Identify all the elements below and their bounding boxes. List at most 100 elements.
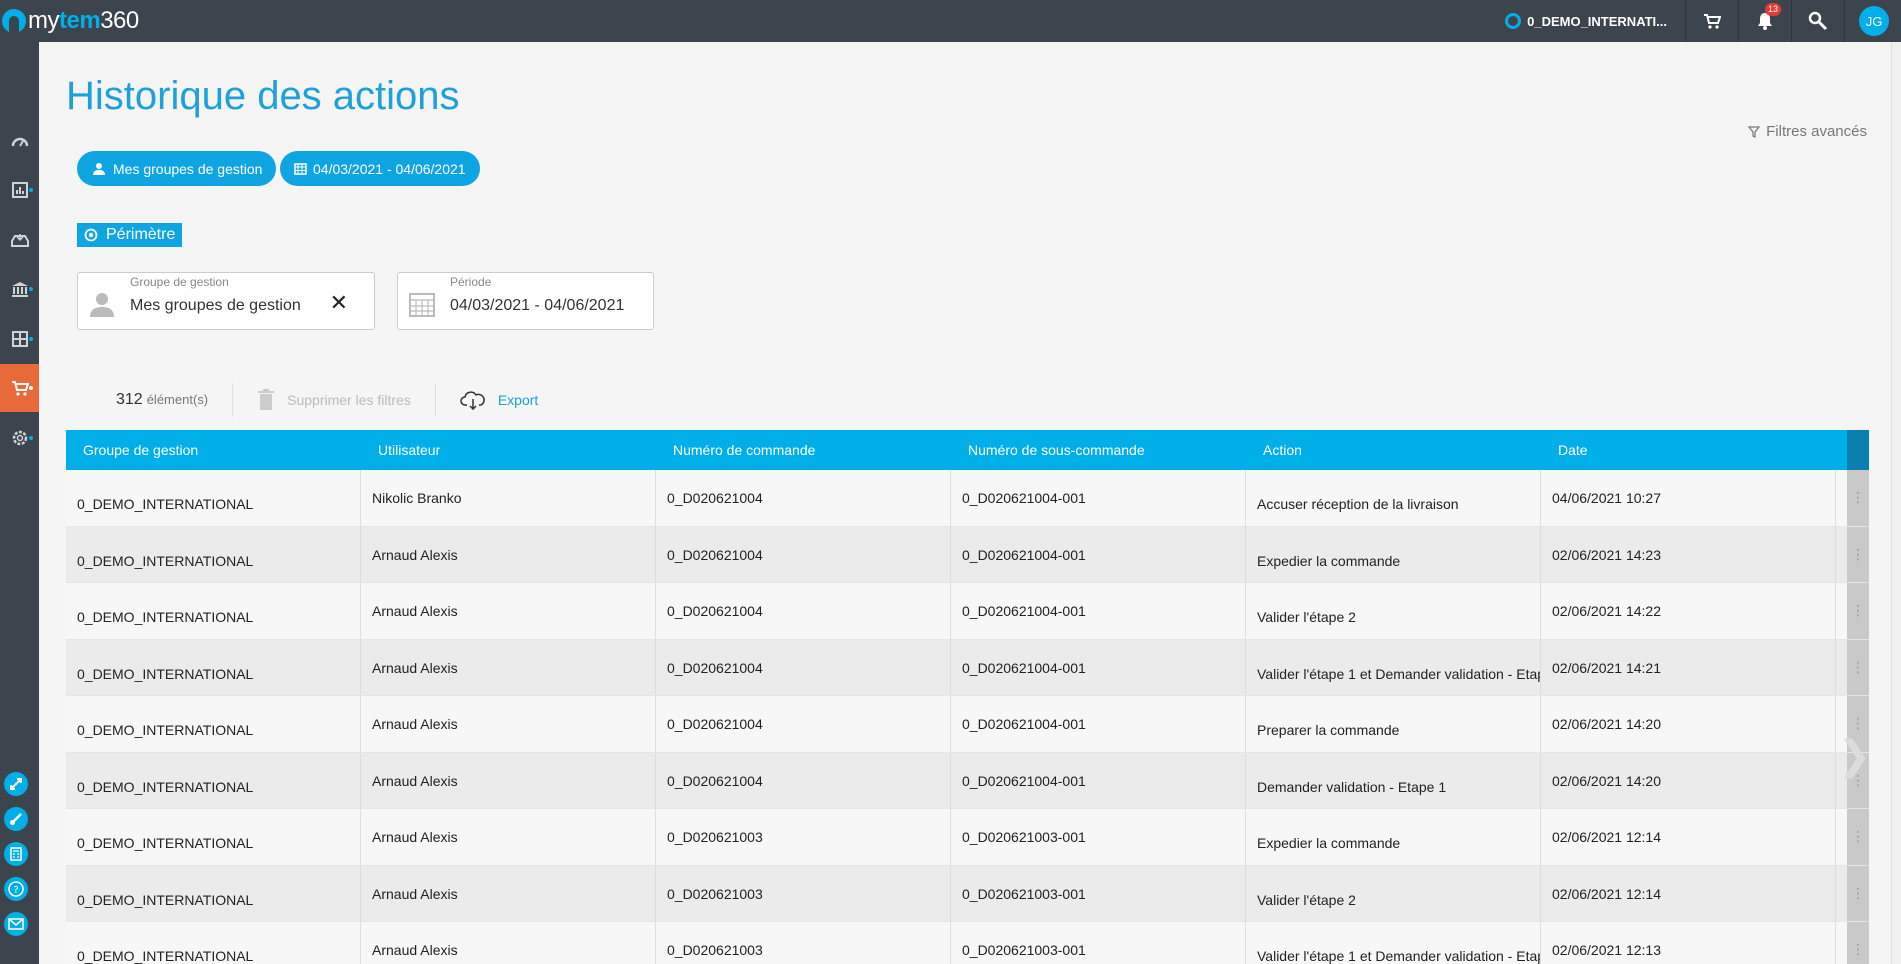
- table-row[interactable]: 0_DEMO_INTERNATIONAL Arnaud Alexis 0_D0206…: [66, 809, 1869, 866]
- organization-selector[interactable]: 0_DEMO_INTERNATI...: [1497, 0, 1686, 42]
- calculator-icon: [10, 847, 22, 861]
- actions-table: Groupe de gestion Utilisateur Numéro de …: [66, 430, 1869, 964]
- table-cell: 0_DEMO_INTERNATIONAL: [66, 865, 361, 921]
- table-cell: Accuser réception de la livraison: [1246, 470, 1541, 526]
- bank-icon: [11, 282, 28, 297]
- target-icon: [84, 228, 98, 242]
- table-cell: 02/06/2021 14:23: [1541, 526, 1836, 582]
- app-logo[interactable]: mytem360: [0, 6, 139, 36]
- table-body: 0_DEMO_INTERNATIONAL Nikolic Branko 0_D020…: [66, 470, 1869, 964]
- table-cell: Arnaud Alexis: [361, 583, 656, 639]
- column-settings[interactable]: [1847, 430, 1869, 470]
- column-header[interactable]: Action: [1246, 430, 1541, 470]
- column-header[interactable]: Groupe de gestion: [66, 430, 361, 470]
- mail-button[interactable]: [4, 912, 28, 936]
- inbox-icon: [10, 234, 29, 247]
- perimetre-badge[interactable]: Périmètre: [77, 223, 183, 247]
- table-cell: Expedier la commande: [1246, 526, 1541, 582]
- column-header[interactable]: Date: [1541, 430, 1836, 470]
- notifications-button[interactable]: 13: [1739, 0, 1792, 42]
- group-filter-field[interactable]: Groupe de gestion Mes groupes de gestion…: [77, 272, 375, 330]
- table-row[interactable]: 0_DEMO_INTERNATIONAL Arnaud Alexis 0_D0206…: [66, 865, 1869, 922]
- table-cell: Arnaud Alexis: [361, 639, 656, 695]
- sidebar-item-bank[interactable]: [0, 265, 39, 313]
- table-header: Groupe de gestion Utilisateur Numéro de …: [66, 430, 1869, 470]
- export-button[interactable]: Export: [436, 390, 562, 410]
- settings-icon: [12, 430, 27, 446]
- table-cell: 0_D020621004-001: [951, 696, 1246, 752]
- table-row[interactable]: 0_DEMO_INTERNATIONAL Nikolic Branko 0_D020…: [66, 470, 1869, 527]
- clear-filters-button[interactable]: Supprimer les filtres: [233, 389, 435, 411]
- cart-button[interactable]: [1686, 0, 1739, 42]
- table-cell: 02/06/2021 14:22: [1541, 583, 1836, 639]
- sidebar-item-cart[interactable]: [0, 364, 39, 412]
- table-cell: 0_D020621004-001: [951, 470, 1246, 526]
- row-menu-icon[interactable]: ⋮: [1847, 639, 1869, 695]
- sidebar-item-dashboard[interactable]: [0, 117, 39, 165]
- user-avatar[interactable]: JG: [1859, 6, 1889, 36]
- results-toolbar: 312 élément(s) Supprimer les filtres Expo…: [66, 378, 562, 422]
- page-title: Historique des actions: [66, 74, 460, 118]
- group-field-value: Mes groupes de gestion: [130, 297, 301, 314]
- column-header[interactable]: Numéro de sous-commande: [951, 430, 1246, 470]
- chevron-right-icon[interactable]: ❯: [1837, 733, 1871, 779]
- table-cell: 0_D020621004-001: [951, 526, 1246, 582]
- table-row[interactable]: 0_DEMO_INTERNATIONAL Arnaud Alexis 0_D0206…: [66, 922, 1869, 964]
- logo-mark-icon: [2, 9, 26, 33]
- filter-icon: [1748, 125, 1761, 138]
- table-cell: 0_D020621003: [656, 922, 951, 964]
- help-button[interactable]: ?: [4, 877, 28, 901]
- expand-button[interactable]: [4, 772, 28, 796]
- sidebar-item-inbox[interactable]: [0, 216, 39, 264]
- user-icon: [90, 293, 114, 317]
- table-cell: 02/06/2021 14:20: [1541, 752, 1836, 808]
- row-menu-icon[interactable]: ⋮: [1847, 526, 1869, 582]
- sidebar-item-inventory[interactable]: [0, 315, 39, 363]
- theme-button[interactable]: [4, 807, 28, 831]
- table-cell: Valider l'étape 1 et Demander validation…: [1246, 922, 1541, 964]
- table-cell: 0_D020621004: [656, 696, 951, 752]
- sidebar-item-settings[interactable]: [0, 414, 39, 462]
- sidebar: ?: [0, 42, 39, 964]
- row-menu-icon[interactable]: ⋮: [1847, 583, 1869, 639]
- table-cell: Arnaud Alexis: [361, 922, 656, 964]
- help-icon: ?: [8, 881, 24, 897]
- table-row[interactable]: 0_DEMO_INTERNATIONAL Arnaud Alexis 0_D0206…: [66, 639, 1869, 696]
- clear-icon[interactable]: ✕: [330, 290, 348, 316]
- period-filter-field[interactable]: Période 04/03/2021 - 04/06/2021: [397, 272, 654, 330]
- table-cell: 02/06/2021 12:14: [1541, 809, 1836, 865]
- column-header[interactable]: Numéro de commande: [656, 430, 951, 470]
- vertical-scrollbar[interactable]: [1891, 42, 1901, 964]
- table-row[interactable]: 0_DEMO_INTERNATIONAL Arnaud Alexis 0_D0206…: [66, 583, 1869, 640]
- table-cell: 0_DEMO_INTERNATIONAL: [66, 922, 361, 964]
- sidebar-item-reports[interactable]: [0, 166, 39, 214]
- table-cell: 0_D020621004-001: [951, 752, 1246, 808]
- table-row[interactable]: 0_DEMO_INTERNATIONAL Arnaud Alexis 0_D0206…: [66, 696, 1869, 753]
- advanced-filters-link[interactable]: Filtres avancés: [1748, 123, 1867, 140]
- calculator-button[interactable]: [4, 842, 28, 866]
- table-cell: 0_D020621004: [656, 526, 951, 582]
- table-cell: 02/06/2021 12:13: [1541, 922, 1836, 964]
- expand-icon: [10, 778, 22, 790]
- table-cell: 0_D020621004-001: [951, 583, 1246, 639]
- row-menu-icon[interactable]: ⋮: [1847, 809, 1869, 865]
- period-field-label: Période: [450, 275, 492, 289]
- groups-filter-chip[interactable]: Mes groupes de gestion: [77, 151, 277, 186]
- table-row[interactable]: 0_DEMO_INTERNATIONAL Arnaud Alexis 0_D0206…: [66, 752, 1869, 809]
- table-cell: Preparer la commande: [1246, 696, 1541, 752]
- column-header[interactable]: Utilisateur: [361, 430, 656, 470]
- period-filter-chip[interactable]: 04/03/2021 - 04/06/2021: [280, 151, 480, 186]
- table-cell: 0_D020621003-001: [951, 865, 1246, 921]
- organization-name: 0_DEMO_INTERNATI...: [1527, 13, 1667, 29]
- row-menu-icon[interactable]: ⋮: [1847, 470, 1869, 526]
- period-field-value: 04/03/2021 - 04/06/2021: [450, 297, 625, 314]
- row-menu-icon[interactable]: ⋮: [1847, 922, 1869, 964]
- table-row[interactable]: 0_DEMO_INTERNATIONAL Arnaud Alexis 0_D0206…: [66, 526, 1869, 583]
- table-cell: 04/06/2021 10:27: [1541, 470, 1836, 526]
- row-menu-icon[interactable]: ⋮: [1847, 865, 1869, 921]
- results-count: 312 élément(s): [116, 391, 209, 408]
- table-cell: 0_D020621004: [656, 583, 951, 639]
- search-button[interactable]: [1792, 0, 1845, 42]
- table-cell: 0_D020621003: [656, 809, 951, 865]
- table-cell: 0_DEMO_INTERNATIONAL: [66, 696, 361, 752]
